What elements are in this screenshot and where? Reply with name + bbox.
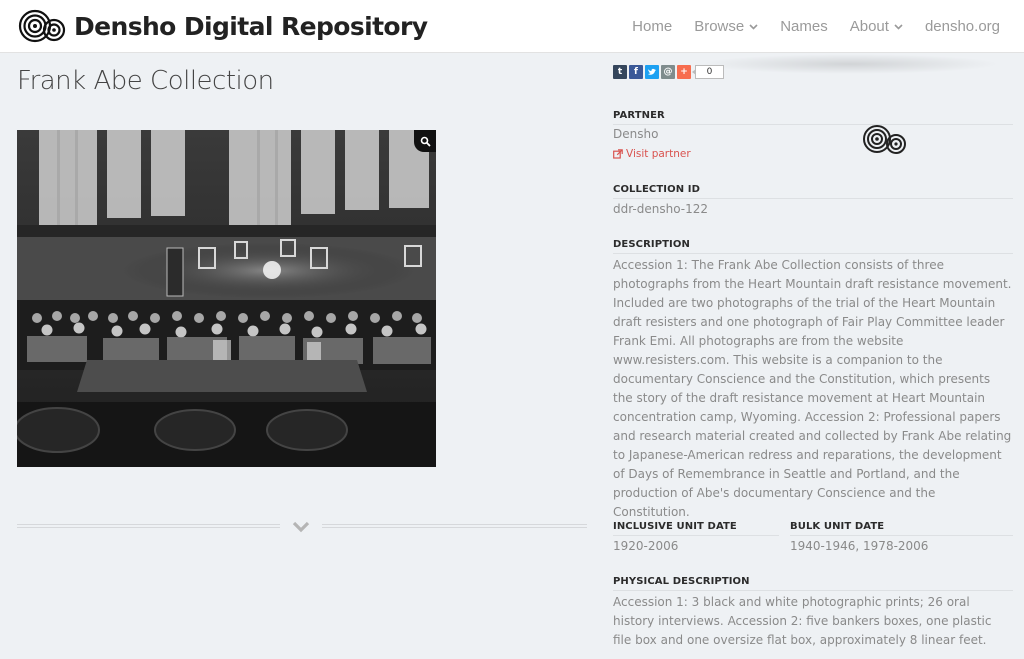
visit-partner-link[interactable]: Visit partner — [613, 148, 691, 160]
description-label: DESCRIPTION — [613, 239, 690, 250]
bulk-date-label: BULK UNIT DATE — [790, 521, 885, 532]
densho-logo-icon — [18, 9, 66, 43]
partner-rule — [613, 124, 1013, 125]
bulk-date-rule — [790, 535, 1013, 536]
nav-browse[interactable]: Browse — [694, 18, 758, 35]
brand-name: Densho Digital Repository — [74, 11, 428, 41]
brand-link[interactable]: Densho Digital Repository — [18, 7, 428, 45]
chevron-down-icon — [894, 23, 903, 30]
physical-description-rule — [613, 590, 1013, 591]
description-text: Accession 1: The Frank Abe Collection co… — [613, 258, 1012, 519]
partner-label: PARTNER — [613, 110, 665, 121]
partner-name: Densho — [613, 127, 659, 141]
magnifier-icon — [420, 136, 431, 147]
nav-home[interactable]: Home — [632, 18, 672, 35]
more-share-button[interactable]: + — [677, 65, 691, 79]
collection-id-value: ddr-densho-122 — [613, 202, 708, 216]
twitter-share-button[interactable] — [645, 65, 659, 79]
zoom-button[interactable] — [414, 130, 436, 152]
twitter-icon — [648, 68, 656, 75]
nav-names[interactable]: Names — [780, 18, 828, 35]
external-link-icon — [613, 149, 623, 159]
collection-id-label: COLLECTION ID — [613, 184, 700, 195]
chevron-down-icon — [749, 23, 758, 30]
photo-courtroom-image — [17, 130, 436, 467]
chevron-down-icon[interactable] — [292, 520, 310, 534]
share-count: 0 — [692, 65, 724, 79]
share-buttons: t f @ + 0 — [613, 65, 724, 79]
collection-id-rule — [613, 198, 1013, 199]
partner-logo-icon — [863, 125, 906, 154]
facebook-share-button[interactable]: f — [629, 65, 643, 79]
nav-about[interactable]: About — [850, 18, 903, 35]
email-share-button[interactable]: @ — [661, 65, 675, 79]
nav-densho-org[interactable]: densho.org — [925, 18, 1000, 35]
description-rule — [613, 253, 1013, 254]
tumblr-share-button[interactable]: t — [613, 65, 627, 79]
divider-left — [17, 524, 280, 528]
navbar: Densho Digital Repository Home Browse Na… — [0, 0, 1024, 53]
physical-description-label: PHYSICAL DESCRIPTION — [613, 576, 750, 587]
inclusive-date-value: 1920-2006 — [613, 539, 679, 553]
bulk-date-value: 1940-1946, 1978-2006 — [790, 539, 929, 553]
nav-browse-label: Browse — [694, 18, 745, 35]
inclusive-date-rule — [613, 535, 779, 536]
page-title: Frank Abe Collection — [17, 66, 274, 96]
divider-right — [322, 524, 587, 528]
collection-photo[interactable] — [17, 130, 436, 467]
inclusive-date-label: INCLUSIVE UNIT DATE — [613, 521, 737, 532]
main-nav: Home Browse Names About densho.org — [610, 0, 1000, 53]
nav-shadow — [700, 54, 1000, 74]
nav-about-label: About — [849, 18, 889, 35]
physical-description-text: Accession 1: 3 black and white photograp… — [613, 595, 992, 647]
visit-partner-label: Visit partner — [626, 148, 691, 160]
